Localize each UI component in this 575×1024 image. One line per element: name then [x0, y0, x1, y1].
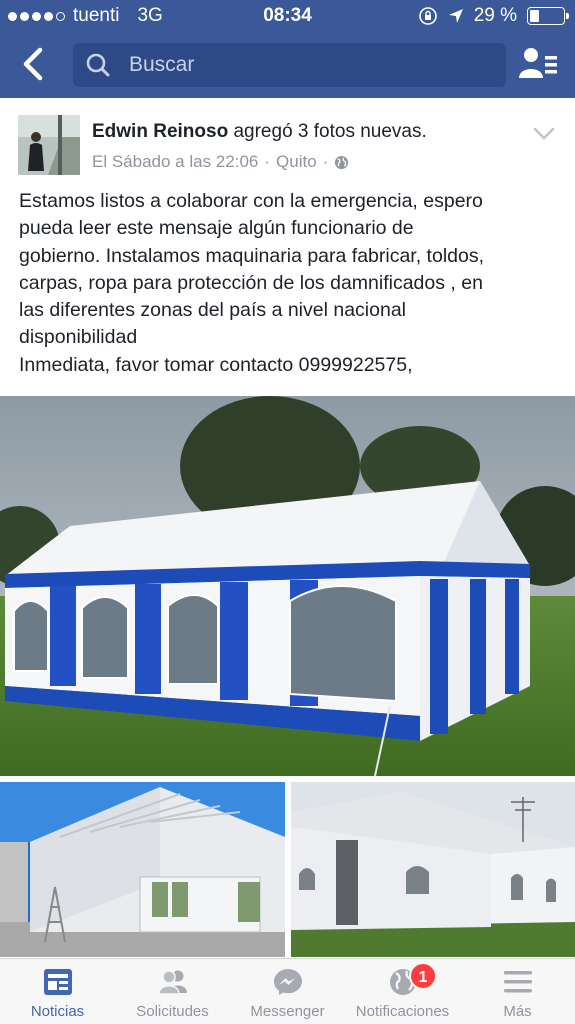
search-input[interactable] — [129, 43, 489, 87]
tab-label: Messenger — [250, 1003, 325, 1020]
post-text-line[interactable]: Inmediata, favor tomar contacto 09999225… — [19, 352, 564, 379]
globe-icon — [335, 155, 349, 169]
notification-badge: 1 — [409, 962, 437, 990]
post-body: Estamos listos a colaborar con la emerge… — [19, 188, 564, 379]
post-text-line: disponibilidad — [19, 326, 138, 349]
post-text-line: Estamos listos a colaborar con la emerge… — [19, 190, 483, 212]
meta-separator: · — [322, 152, 329, 171]
post-photo-2[interactable] — [0, 782, 285, 957]
tab-solicitudes[interactable]: Solicitudes — [115, 959, 230, 1024]
post-location[interactable]: Quito — [276, 152, 317, 172]
post-text-line: pueda leer este mensaje algún funcionari… — [19, 217, 414, 240]
search-bar[interactable] — [73, 43, 506, 87]
battery-level — [530, 10, 540, 22]
status-bar: tuenti 3G 08:34 29 % — [0, 0, 575, 32]
post-text-line: carpas, ropa para protección de los damn… — [19, 271, 483, 294]
post-action: agregó 3 fotos nuevas. — [233, 121, 427, 142]
top-nav-bar: tuenti 3G 08:34 29 % — [0, 0, 575, 98]
tab-noticias[interactable]: Noticias — [0, 959, 115, 1024]
chevron-down-icon[interactable] — [532, 126, 556, 142]
tab-messenger[interactable]: Messenger — [230, 959, 345, 1024]
post-time[interactable]: El Sábado a las 22:06 — [92, 152, 258, 172]
post-text-line: las diferentes zonas del país a nivel na… — [19, 299, 406, 322]
post-photo-main[interactable] — [0, 396, 575, 776]
tent-photo — [0, 396, 575, 776]
tab-notificaciones[interactable]: 1 Notificaciones — [345, 959, 460, 1024]
friend-requests-icon — [157, 970, 187, 995]
bottom-tab-bar: Noticias Solicitudes Messenger 1 Notific… — [0, 958, 575, 1024]
tab-label: Notificaciones — [355, 1003, 450, 1020]
tab-mas[interactable]: Más — [460, 959, 575, 1024]
status-right: 29 % — [418, 5, 569, 27]
news-feed-icon — [43, 969, 72, 995]
battery-icon — [527, 7, 569, 25]
tent-exterior-photo — [291, 782, 575, 957]
tab-label: Más — [503, 1003, 532, 1020]
battery-percent: 29 % — [473, 5, 517, 26]
post-meta: El Sábado a las 22:06 · Quito · — [92, 152, 349, 172]
messenger-icon — [273, 969, 302, 995]
avatar-photo — [18, 115, 80, 175]
menu-icon — [503, 971, 532, 993]
post-author-line: Edwin Reinoso agregó 3 fotos nuevas. — [92, 121, 427, 143]
friends-list-icon[interactable] — [519, 46, 559, 82]
rotation-lock-icon — [418, 7, 437, 25]
tab-label: Noticias — [30, 1003, 85, 1020]
author-name[interactable]: Edwin Reinoso — [92, 121, 228, 142]
meta-separator: · — [264, 152, 271, 171]
tent-interior-photo — [0, 782, 285, 957]
back-arrow-icon[interactable] — [18, 46, 50, 82]
post-text-line: gobierno. Instalamos maquinaria para fab… — [19, 244, 485, 267]
location-arrow-icon — [448, 9, 463, 23]
search-icon — [86, 53, 110, 77]
post-photo-3[interactable] — [291, 782, 575, 957]
author-avatar[interactable] — [18, 115, 80, 175]
tab-label: Solicitudes — [136, 1003, 209, 1020]
